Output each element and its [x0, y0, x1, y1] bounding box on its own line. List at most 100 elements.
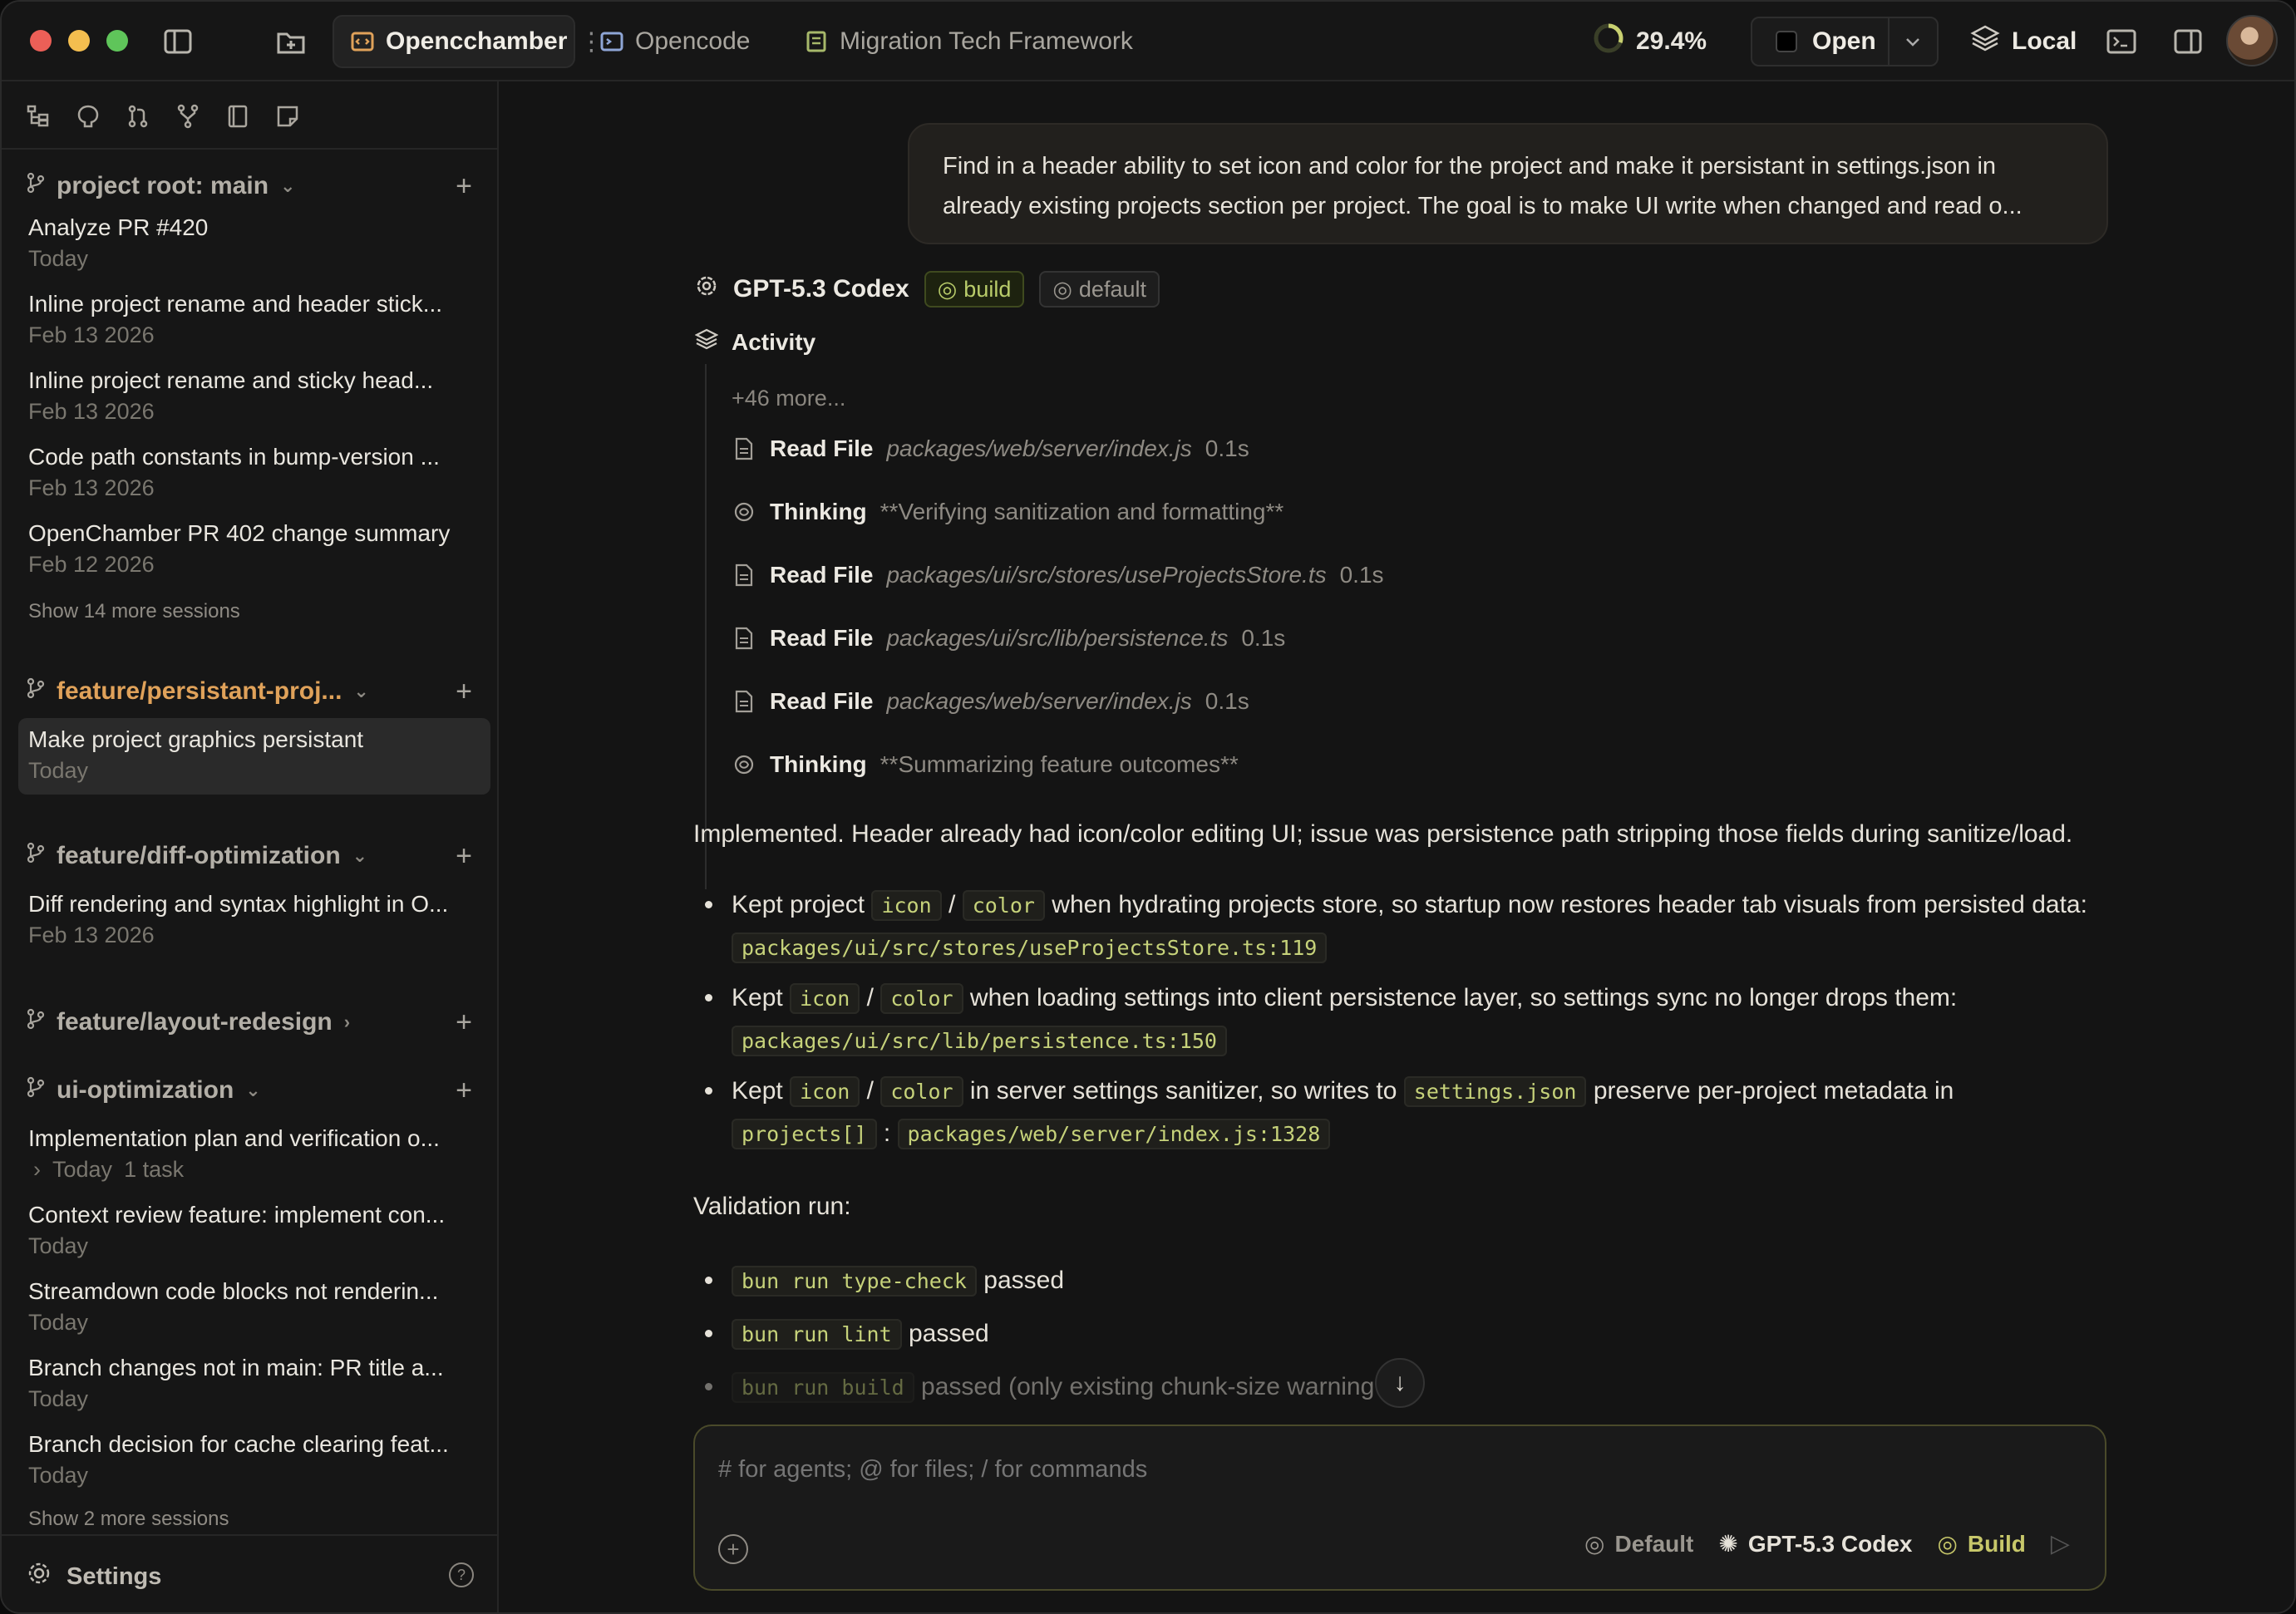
document-icon [805, 30, 828, 53]
inline-code: color [880, 983, 963, 1014]
github-icon[interactable] [71, 100, 105, 133]
branch-group-header[interactable]: feature/layout-redesign › + [27, 1004, 482, 1041]
session-item[interactable]: Analyze PR #420 Today [18, 206, 490, 283]
activity-item[interactable]: Thinking **Summarizing feature outcomes*… [732, 746, 1239, 783]
tab-opencchamber[interactable]: Opencchamber ⋮ [333, 15, 604, 68]
settings-button[interactable]: Settings [27, 1561, 161, 1592]
activity-item[interactable]: Thinking **Verifying sanitization and fo… [732, 494, 1283, 530]
command-result: passed (only existing chunk-size warning [921, 1373, 1375, 1400]
activity-duration: 0.1s [1241, 625, 1286, 651]
activity-more-link[interactable]: +46 more... [732, 386, 845, 411]
session-item[interactable]: Branch decision for cache clearing feat.… [18, 1423, 490, 1499]
new-folder-icon[interactable] [273, 23, 309, 60]
session-date: Feb 13 2026 [28, 322, 155, 347]
session-meta: › Today 1 task [28, 1157, 480, 1183]
bullet-dot [705, 1277, 712, 1284]
environment-selector[interactable]: Local [1970, 23, 2077, 60]
session-item[interactable]: Inline project rename and sticky head...… [18, 359, 490, 435]
local-label: Local [2012, 27, 2077, 55]
add-session-button[interactable]: + [446, 838, 482, 874]
file-path-code[interactable]: packages/ui/src/lib/persistence.ts:150 [732, 1026, 1227, 1056]
session-item[interactable]: Code path constants in bump-version ... … [18, 435, 490, 512]
session-item[interactable]: Context review feature: implement con...… [18, 1193, 490, 1270]
chevron-down-icon[interactable]: ⌄ [245, 1080, 260, 1101]
pull-request-icon[interactable] [121, 100, 155, 133]
session-item[interactable]: OpenChamber PR 402 change summary Feb 12… [18, 512, 490, 588]
activity-toggle[interactable]: Activity [694, 327, 815, 357]
agent-label: Build [1967, 1530, 2026, 1557]
show-more-sessions-link[interactable]: Show 2 more sessions [28, 1508, 229, 1531]
brain-icon [732, 499, 756, 524]
chevron-down-icon[interactable]: ⌄ [280, 175, 295, 197]
command-result: passed [908, 1320, 989, 1347]
variant-selector[interactable]: ◎ Default [1584, 1530, 1693, 1557]
context-usage-indicator[interactable]: 29.4% [1593, 23, 1707, 60]
open-button-main[interactable]: Open [1752, 18, 1890, 65]
session-item[interactable]: Streamdown code blocks not renderin... T… [18, 1270, 490, 1346]
add-attachment-icon[interactable]: + [718, 1534, 748, 1564]
book-icon[interactable] [221, 100, 254, 133]
file-path-code[interactable]: packages/web/server/index.js:1328 [897, 1119, 1331, 1149]
branch-group-header[interactable]: project root: main ⌄ + [27, 168, 482, 204]
bullet-dot [705, 901, 712, 908]
zoom-window-button[interactable] [106, 30, 128, 52]
tab-migration-tech-framework[interactable]: Migration Tech Framework [788, 15, 1150, 68]
scroll-to-bottom-button[interactable]: ↓ [1375, 1358, 1425, 1408]
session-item-active[interactable]: Make project graphics persistant Today [18, 718, 490, 795]
add-session-button[interactable]: + [446, 673, 482, 710]
help-icon[interactable]: ? [449, 1562, 474, 1587]
activity-item[interactable]: Read File packages/ui/src/lib/persistenc… [732, 620, 1285, 657]
session-title: Implementation plan and verification o..… [28, 1125, 440, 1151]
chevron-right-icon[interactable]: › [33, 1157, 41, 1183]
agent-selector[interactable]: ◎ Build [1937, 1530, 2025, 1557]
session-item[interactable]: Diff rendering and syntax highlight in O… [18, 883, 490, 959]
add-session-button[interactable]: + [446, 1072, 482, 1109]
branch-group-header[interactable]: feature/persistant-proj... ⌄ + [27, 673, 482, 710]
tab-opencode[interactable]: Opencode [584, 15, 766, 68]
title-bar: Opencchamber ⋮ Opencode Migration Tech F… [2, 2, 2294, 81]
send-icon[interactable]: ▷ [2051, 1529, 2070, 1558]
add-session-button[interactable]: + [446, 1004, 482, 1041]
build-icon: ◎ [1937, 1531, 1958, 1557]
git-branch-icon [27, 1008, 45, 1036]
list-item: bun run lint passed [693, 1313, 2173, 1356]
inline-code: icon [871, 890, 942, 921]
session-item[interactable]: Implementation plan and verification o..… [18, 1117, 490, 1193]
session-item[interactable]: Branch changes not in main: PR title a..… [18, 1346, 490, 1423]
activity-item[interactable]: Read File packages/ui/src/stores/useProj… [732, 557, 1384, 593]
chevron-down-icon[interactable]: ⌄ [353, 681, 368, 702]
chevron-down-icon[interactable]: ⌄ [352, 845, 367, 867]
session-date: Feb 13 2026 [28, 475, 155, 500]
agent-badge-label: build [963, 276, 1012, 302]
git-branch-icon [27, 172, 45, 200]
activity-item[interactable]: Read File packages/web/server/index.js 0… [732, 431, 1249, 467]
git-fork-icon[interactable] [171, 100, 204, 133]
model-selector[interactable]: ✺ GPT-5.3 Codex [1718, 1530, 1912, 1557]
activity-kind: Read File [770, 435, 874, 461]
right-panel-toggle-icon[interactable] [2170, 23, 2206, 60]
sidebar-toggle-icon[interactable] [160, 23, 196, 60]
activity-item[interactable]: Read File packages/web/server/index.js 0… [732, 683, 1249, 720]
avatar[interactable] [2226, 15, 2278, 66]
chevron-right-icon[interactable]: › [344, 1011, 350, 1033]
message-input[interactable] [718, 1456, 2048, 1484]
git-branch-icon [27, 677, 45, 706]
branch-group-header[interactable]: feature/diff-optimization ⌄ + [27, 838, 482, 874]
open-in-editor-button[interactable]: Open [1751, 17, 1939, 66]
add-session-button[interactable]: + [446, 168, 482, 204]
note-icon[interactable] [271, 100, 304, 133]
close-window-button[interactable] [30, 30, 52, 52]
bullet-text: / [948, 891, 956, 918]
session-title: Branch changes not in main: PR title a..… [28, 1355, 444, 1380]
session-date: Feb 13 2026 [28, 923, 155, 947]
branch-group-header[interactable]: ui-optimization ⌄ + [27, 1072, 482, 1109]
show-more-sessions-link[interactable]: Show 14 more sessions [28, 600, 240, 623]
activity-path: packages/web/server/index.js [886, 688, 1192, 714]
activity-path: packages/ui/src/lib/persistence.ts [886, 625, 1229, 651]
chevron-down-icon[interactable] [1890, 36, 1937, 47]
minimize-window-button[interactable] [68, 30, 90, 52]
terminal-toggle-icon[interactable] [2103, 23, 2140, 60]
file-path-code[interactable]: packages/ui/src/stores/useProjectsStore.… [732, 932, 1328, 963]
session-item[interactable]: Inline project rename and header stick..… [18, 283, 490, 359]
file-tree-icon[interactable] [22, 100, 55, 133]
